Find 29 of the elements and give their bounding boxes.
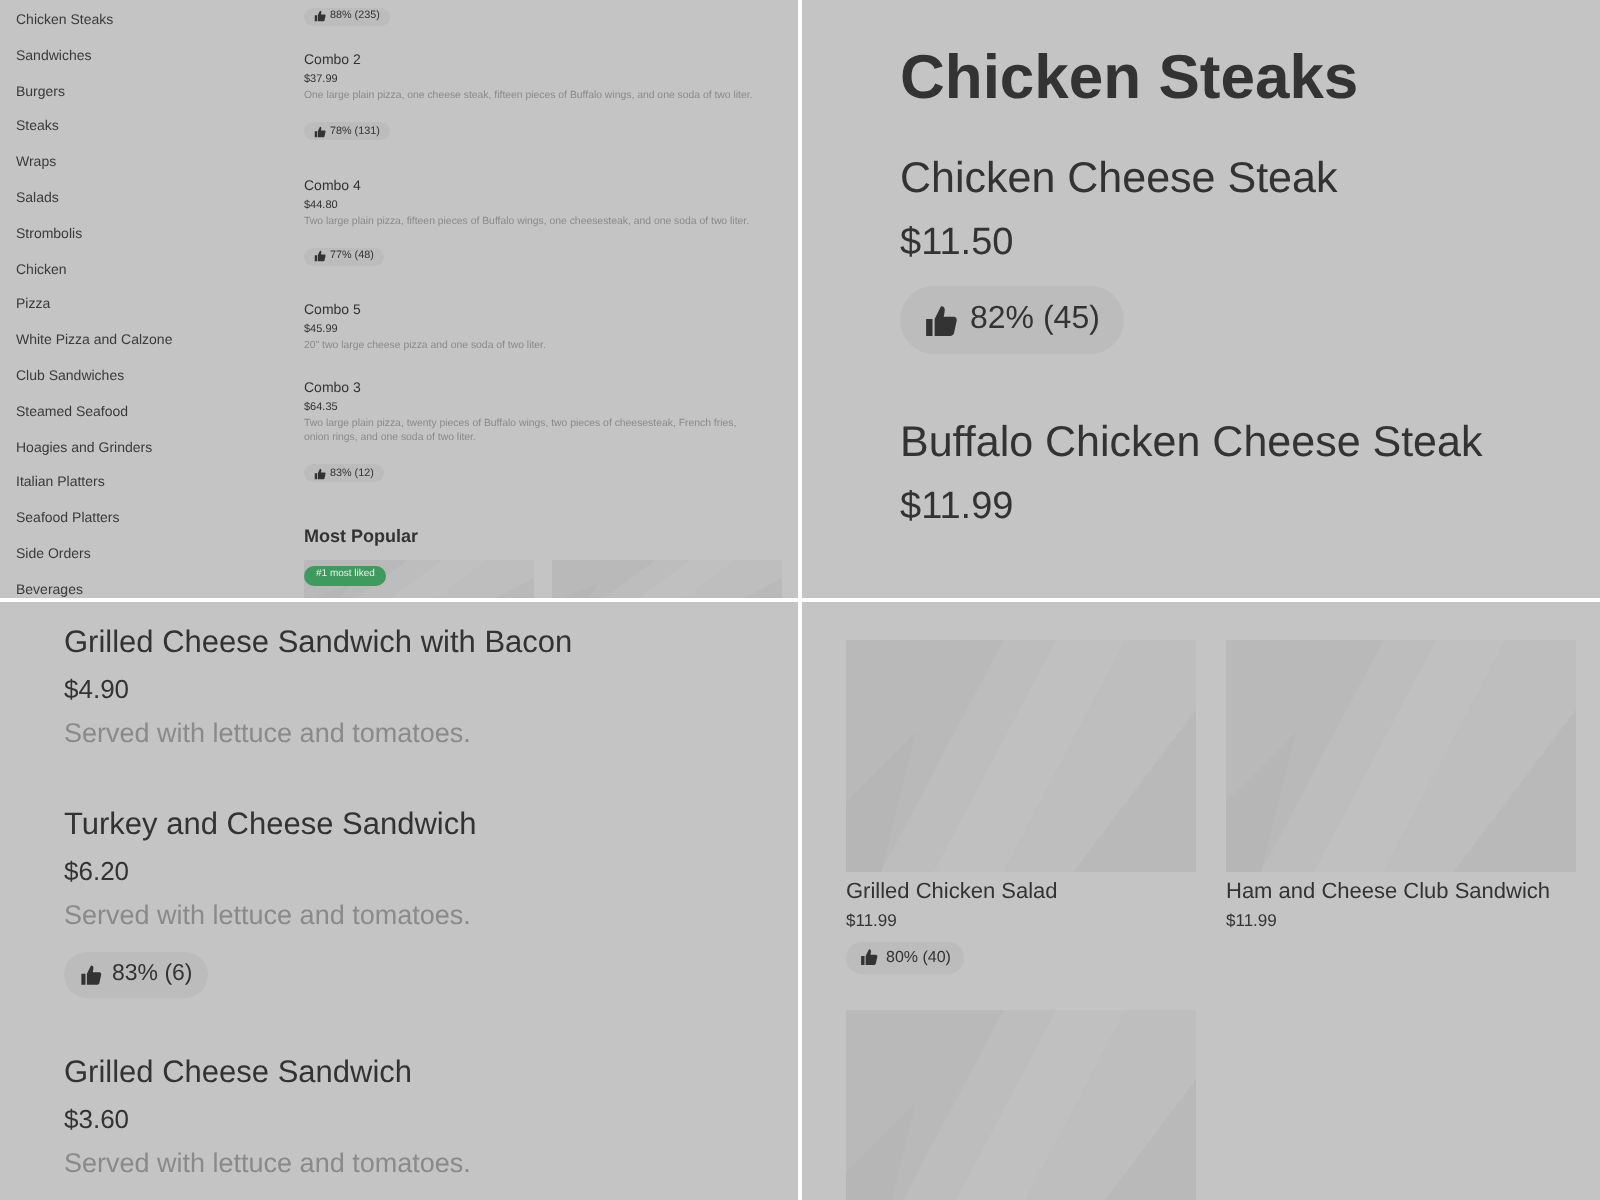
item-price: $11.99 (900, 484, 1016, 532)
thumbs-up-icon (314, 250, 326, 263)
item-description: Served with lettuce and tomatoes. (64, 1146, 473, 1183)
thumbs-up-icon (314, 10, 326, 22)
item-name: Chicken Cheese Steak (900, 152, 1340, 206)
item-name: Grilled Cheese Sandwich (64, 1054, 415, 1095)
rating-text: 80% (40) (886, 945, 951, 969)
thumbs-up-icon (314, 125, 326, 138)
thumbs-up-icon (314, 467, 326, 480)
item-price: $11.50 (900, 220, 1016, 268)
item-name: Ham and Cheese Club Sandwich (1226, 878, 1553, 906)
item-price: $11.99 (846, 908, 899, 934)
thumbs-up-icon (924, 303, 958, 337)
item-price: $4.90 (64, 672, 132, 708)
item-price: $3.60 (64, 1102, 132, 1139)
item-name: Turkey and Cheese Sandwich (64, 806, 479, 846)
item-price: $6.20 (64, 854, 132, 890)
thumbs-up-icon (80, 964, 102, 987)
item-name: Grilled Cheese Sandwich with Bacon (64, 624, 575, 664)
item-price: $11.99 (1226, 908, 1279, 934)
section-title: Most Popular (304, 523, 421, 550)
section-heading: Chicken Steaks (900, 40, 1361, 116)
rating-text: 82% (45) (970, 300, 1100, 340)
item-name: Buffalo Chicken Cheese Steak (900, 416, 1485, 470)
item-description: Served with lettuce and tomatoes. (64, 716, 473, 752)
thumbs-up-icon (860, 948, 878, 966)
rating-text: 83% (6) (112, 960, 193, 990)
item-name: Grilled Chicken Salad (846, 878, 1060, 906)
item-description: Served with lettuce and tomatoes. (64, 898, 473, 934)
